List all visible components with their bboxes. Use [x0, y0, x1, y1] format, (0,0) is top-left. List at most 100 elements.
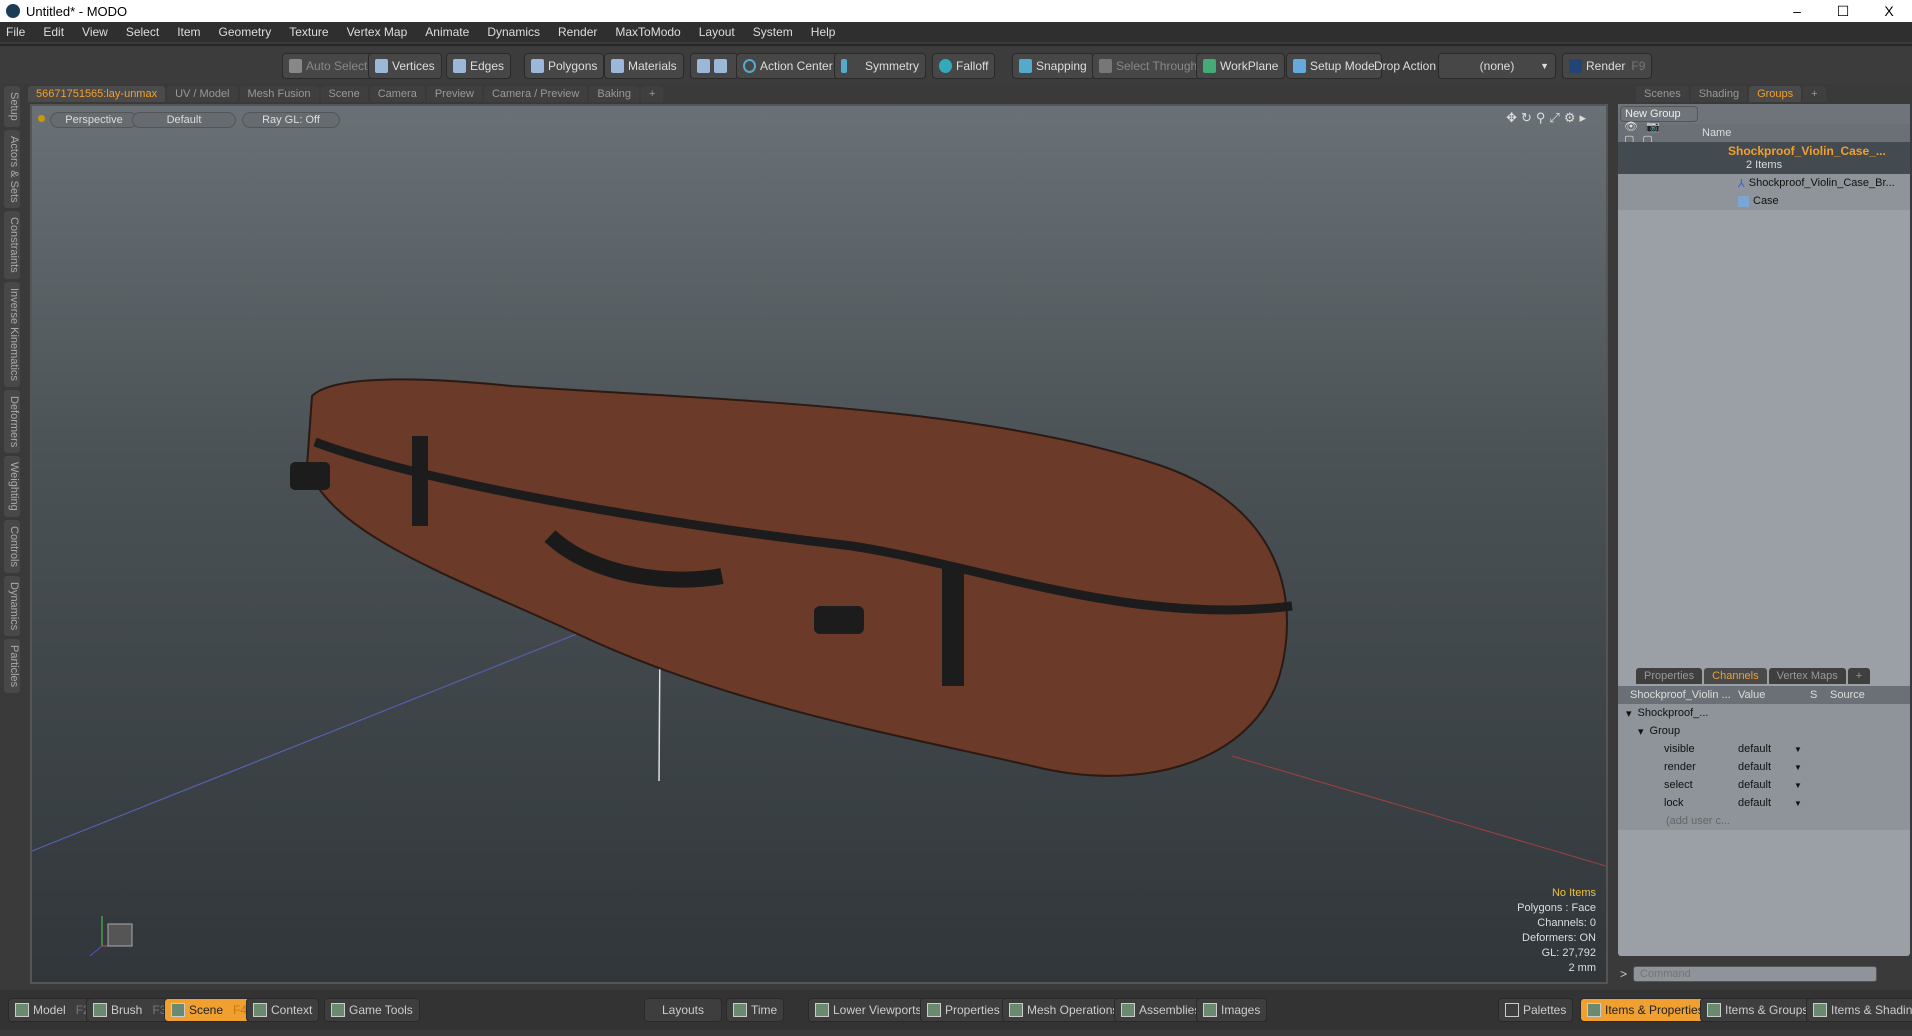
cube-icon [289, 59, 302, 73]
chevron-down-icon[interactable]: ▼ [1794, 781, 1802, 790]
context-layout-button[interactable]: Context [246, 998, 320, 1022]
minimize-button[interactable]: – [1774, 0, 1820, 22]
menu-system[interactable]: System [753, 25, 793, 39]
panel-tab[interactable]: + [1803, 86, 1826, 102]
chevron-down-icon[interactable]: ▼ [1794, 745, 1802, 754]
channel-value[interactable]: default [1734, 797, 1794, 809]
layout-tab[interactable]: Camera / Preview [483, 86, 588, 102]
side-tab[interactable]: Setup [4, 86, 20, 127]
falloff-button[interactable]: Falloff [932, 53, 996, 79]
channel-item-row[interactable]: ▾ Shockproof_... [1618, 704, 1910, 722]
close-button[interactable]: X [1866, 0, 1912, 22]
brush-layout-button[interactable]: Brush F3 [86, 998, 174, 1022]
layout-icon [93, 1003, 107, 1017]
menu-layout[interactable]: Layout [699, 25, 735, 39]
snapping-button[interactable]: Snapping [1012, 53, 1094, 79]
polygons-button[interactable]: Polygons [524, 53, 605, 79]
side-tab[interactable]: Inverse Kinematics [4, 282, 20, 387]
assemblies-button[interactable]: Assemblies [1114, 998, 1208, 1022]
items-properties-button[interactable]: Items & Properties [1580, 998, 1711, 1022]
side-tab[interactable]: Particles [4, 639, 20, 694]
drop-action-select[interactable]: (none) ▼ [1438, 53, 1556, 79]
menu-view[interactable]: View [82, 25, 108, 39]
game-tools-layout-button[interactable]: Game Tools [324, 998, 420, 1022]
panel-tab[interactable]: + [1847, 668, 1871, 684]
item-name: Case [1753, 195, 1779, 207]
model-layout-button[interactable]: Model F2 [8, 998, 97, 1022]
command-input[interactable] [1633, 966, 1878, 982]
items-shading-button[interactable]: Items & Shading [1806, 998, 1912, 1022]
label: Render [1586, 59, 1626, 73]
panel-tab[interactable]: Properties [1636, 668, 1703, 684]
channel-row[interactable]: lock default ▼ [1618, 794, 1910, 812]
item-mode-buttons[interactable] [690, 53, 738, 79]
setup-mode-button[interactable]: Setup Mode [1286, 53, 1382, 79]
group-child-row[interactable]: Case [1618, 192, 1910, 210]
channel-group-row[interactable]: ▾ Group [1618, 722, 1910, 740]
group-row[interactable]: Shockproof_Violin_Case_... 2 Items [1618, 142, 1910, 174]
scene-layout-button[interactable]: Scene F4 [164, 998, 255, 1022]
panel-tab[interactable]: Scenes [1636, 86, 1689, 102]
symmetry-button[interactable]: Symmetry [834, 53, 926, 79]
channel-row[interactable]: render default ▼ [1618, 758, 1910, 776]
menu-select[interactable]: Select [126, 25, 159, 39]
layout-tab[interactable]: Camera [369, 86, 425, 102]
chevron-down-icon[interactable]: ▼ [1794, 799, 1802, 808]
channel-row[interactable]: visible default ▼ [1618, 740, 1910, 758]
layouts-button[interactable]: Layouts [644, 998, 722, 1022]
menu-help[interactable]: Help [811, 25, 836, 39]
menu-geometry[interactable]: Geometry [219, 25, 272, 39]
action-center-button[interactable]: Action Center [736, 53, 840, 79]
side-tab[interactable]: Actors & Sets [4, 129, 20, 209]
maximize-button[interactable]: ☐ [1820, 0, 1866, 22]
edges-button[interactable]: Edges [446, 53, 512, 79]
menu-file[interactable]: File [6, 25, 25, 39]
panel-tab[interactable]: Channels [1704, 668, 1767, 684]
layout-tab[interactable]: Scene [320, 86, 368, 102]
side-tab[interactable]: Dynamics [4, 576, 20, 637]
lower-viewports-button[interactable]: Lower Viewports [808, 998, 929, 1022]
layout-tab[interactable]: Baking [589, 86, 640, 102]
menu-animate[interactable]: Animate [425, 25, 469, 39]
channel-value[interactable]: default [1734, 761, 1794, 773]
time-button[interactable]: Time [726, 998, 785, 1022]
mesh-operations-button[interactable]: Mesh Operations [1002, 998, 1126, 1022]
auto-select-button[interactable]: Auto Select [282, 53, 375, 79]
select-through-button[interactable]: Select Through [1092, 53, 1205, 79]
menu-dynamics[interactable]: Dynamics [487, 25, 540, 39]
menu-texture[interactable]: Texture [289, 25, 328, 39]
menu-vertex-map[interactable]: Vertex Map [347, 25, 408, 39]
menu-maxtomodo[interactable]: MaxToModo [615, 25, 680, 39]
menu-item[interactable]: Item [177, 25, 200, 39]
side-tab[interactable]: Controls [4, 520, 20, 573]
panel-tab[interactable]: Vertex Maps [1768, 668, 1846, 684]
3d-viewport[interactable]: Perspective Default Ray GL: Off ✥↻⚲⤢⚙▸ N… [30, 104, 1608, 984]
workplane-button[interactable]: WorkPlane [1196, 53, 1286, 79]
add-user-channel[interactable]: (add user c... [1618, 812, 1910, 830]
side-tab[interactable]: Weighting [4, 456, 20, 518]
panel-tab[interactable]: Shading [1690, 86, 1748, 102]
channel-value[interactable]: default [1734, 743, 1794, 755]
group-child-row[interactable]: ⅄ Shockproof_Violin_Case_Br... [1618, 174, 1910, 192]
chevron-down-icon[interactable]: ▼ [1794, 763, 1802, 772]
channel-row[interactable]: select default ▼ [1618, 776, 1910, 794]
side-tab[interactable]: Constraints [4, 211, 20, 280]
items-groups-button[interactable]: Items & Groups [1700, 998, 1816, 1022]
images-button[interactable]: Images [1196, 998, 1268, 1022]
layout-tab[interactable]: + [641, 86, 664, 102]
materials-button[interactable]: Materials [604, 53, 684, 79]
properties-button[interactable]: Properties [920, 998, 1007, 1022]
menu-render[interactable]: Render [558, 25, 597, 39]
channel-value[interactable]: default [1734, 779, 1794, 791]
vertices-button[interactable]: Vertices [368, 53, 442, 79]
layout-tab[interactable]: Mesh Fusion [239, 86, 319, 102]
layout-tab[interactable]: Preview [426, 86, 482, 102]
layout-tab[interactable]: 56671751565:lay-unmax [28, 86, 166, 102]
layout-tab[interactable]: UV / Model [167, 86, 238, 102]
menu-edit[interactable]: Edit [43, 25, 64, 39]
render-button[interactable]: Render F9 [1562, 53, 1653, 79]
panel-icon [815, 1003, 829, 1017]
panel-tab[interactable]: Groups [1749, 86, 1802, 102]
palettes-button[interactable]: Palettes [1498, 998, 1574, 1022]
side-tab[interactable]: Deformers [4, 389, 20, 454]
